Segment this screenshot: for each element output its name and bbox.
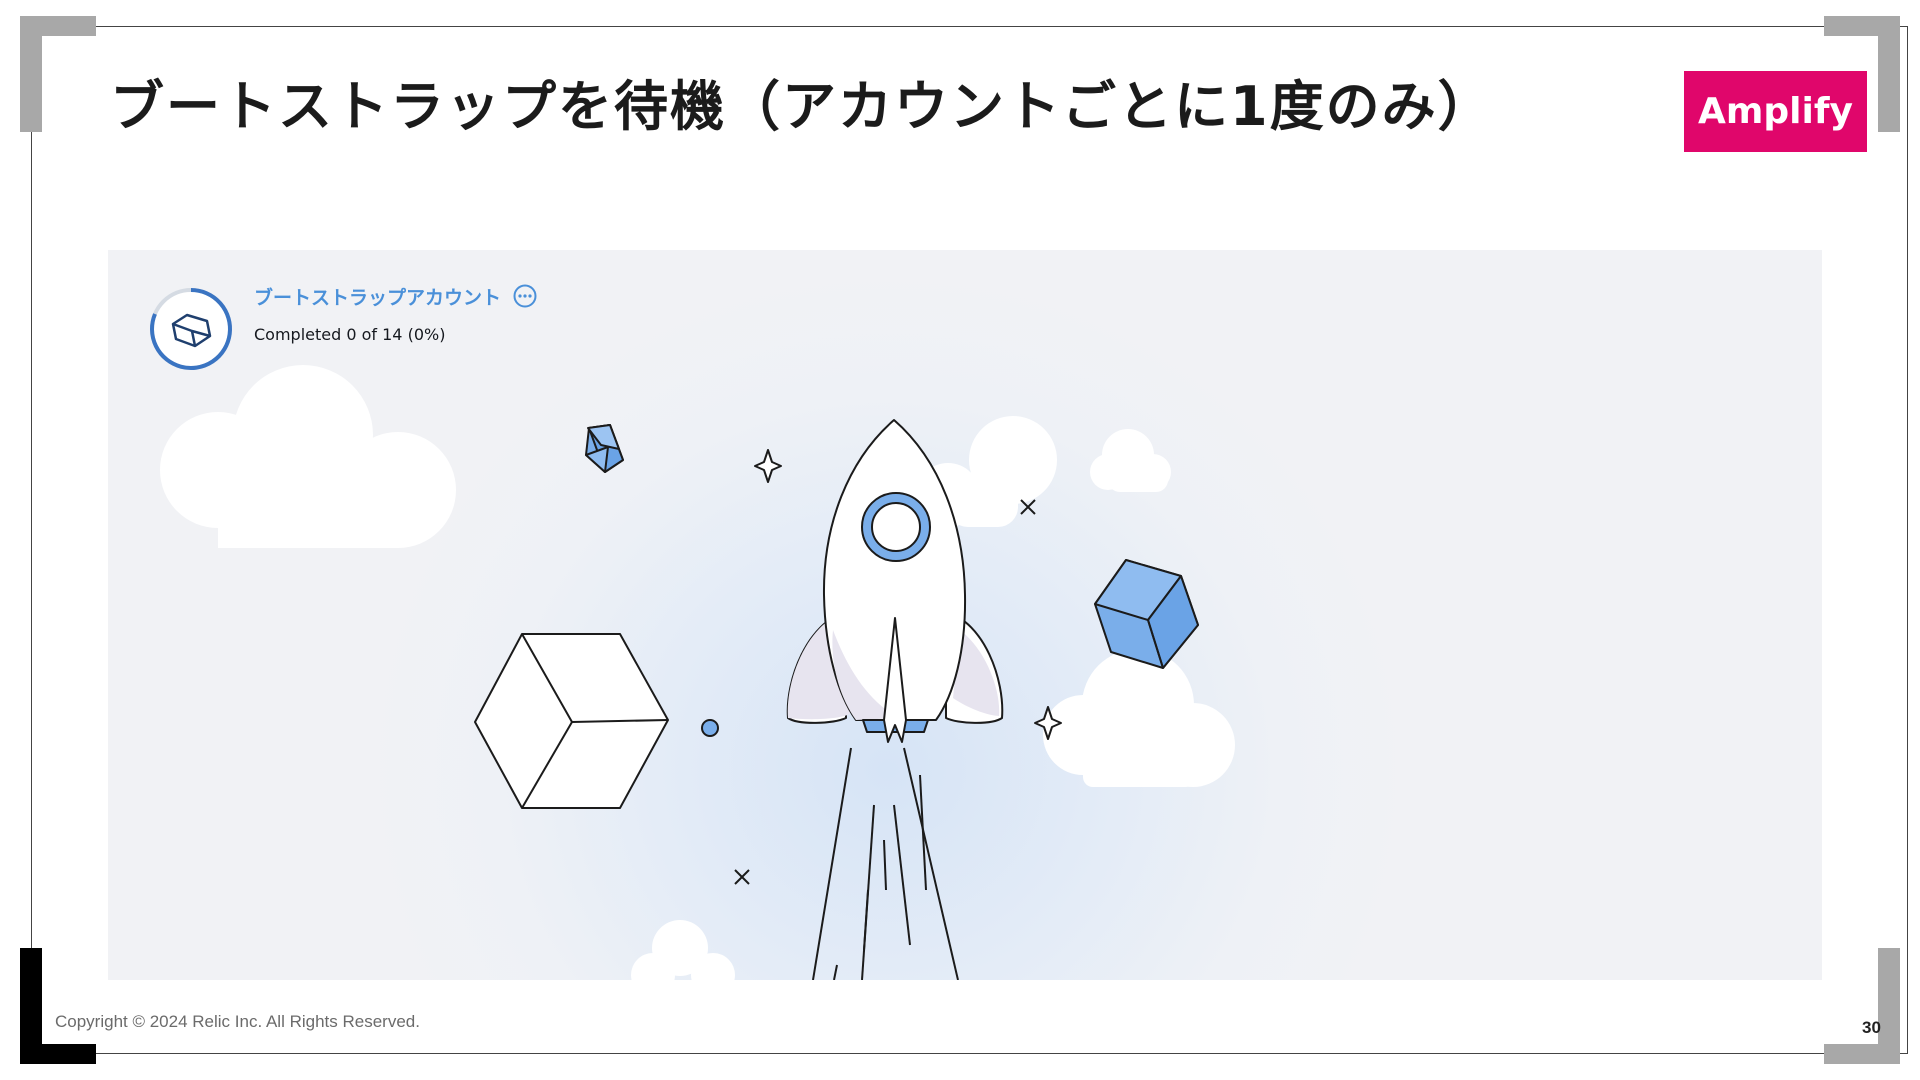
copyright-footer: Copyright © 2024 Relic Inc. All Rights R…: [55, 1012, 420, 1031]
frame-bottom-line: [30, 1053, 1908, 1054]
cube-icon: [474, 633, 669, 809]
corner-bracket-bottom-left: [20, 948, 96, 1064]
corner-bracket-top-left: [20, 16, 96, 132]
page-number: 30: [1862, 1018, 1881, 1037]
frame-right-line: [1907, 26, 1908, 1054]
frame-left-line: [31, 26, 32, 1054]
cross-sparkle-icon: [734, 869, 750, 885]
cloud-icon: [160, 365, 456, 548]
cloud-icon: [1043, 649, 1235, 787]
cloud-icon: [631, 920, 735, 980]
slide-title: ブートストラップを待機（アカウントごとに1度のみ）: [110, 75, 1494, 138]
sparkle-icon: [754, 449, 782, 483]
cube-icon: [1094, 559, 1199, 669]
amplify-badge: Amplify: [1684, 71, 1867, 152]
frame-top-line: [30, 26, 1908, 27]
cross-sparkle-icon: [1020, 499, 1036, 515]
cloud-icon: [1090, 429, 1171, 492]
rocket-illustration: [160, 365, 1235, 980]
dot-icon: [701, 719, 719, 737]
corner-bracket-bottom-right: [1824, 948, 1900, 1064]
bootstrap-panel: ブートストラップアカウント Completed 0 of 14 (0%): [108, 250, 1822, 980]
exhaust-lines: [812, 747, 959, 980]
cube-icon: [585, 424, 624, 473]
